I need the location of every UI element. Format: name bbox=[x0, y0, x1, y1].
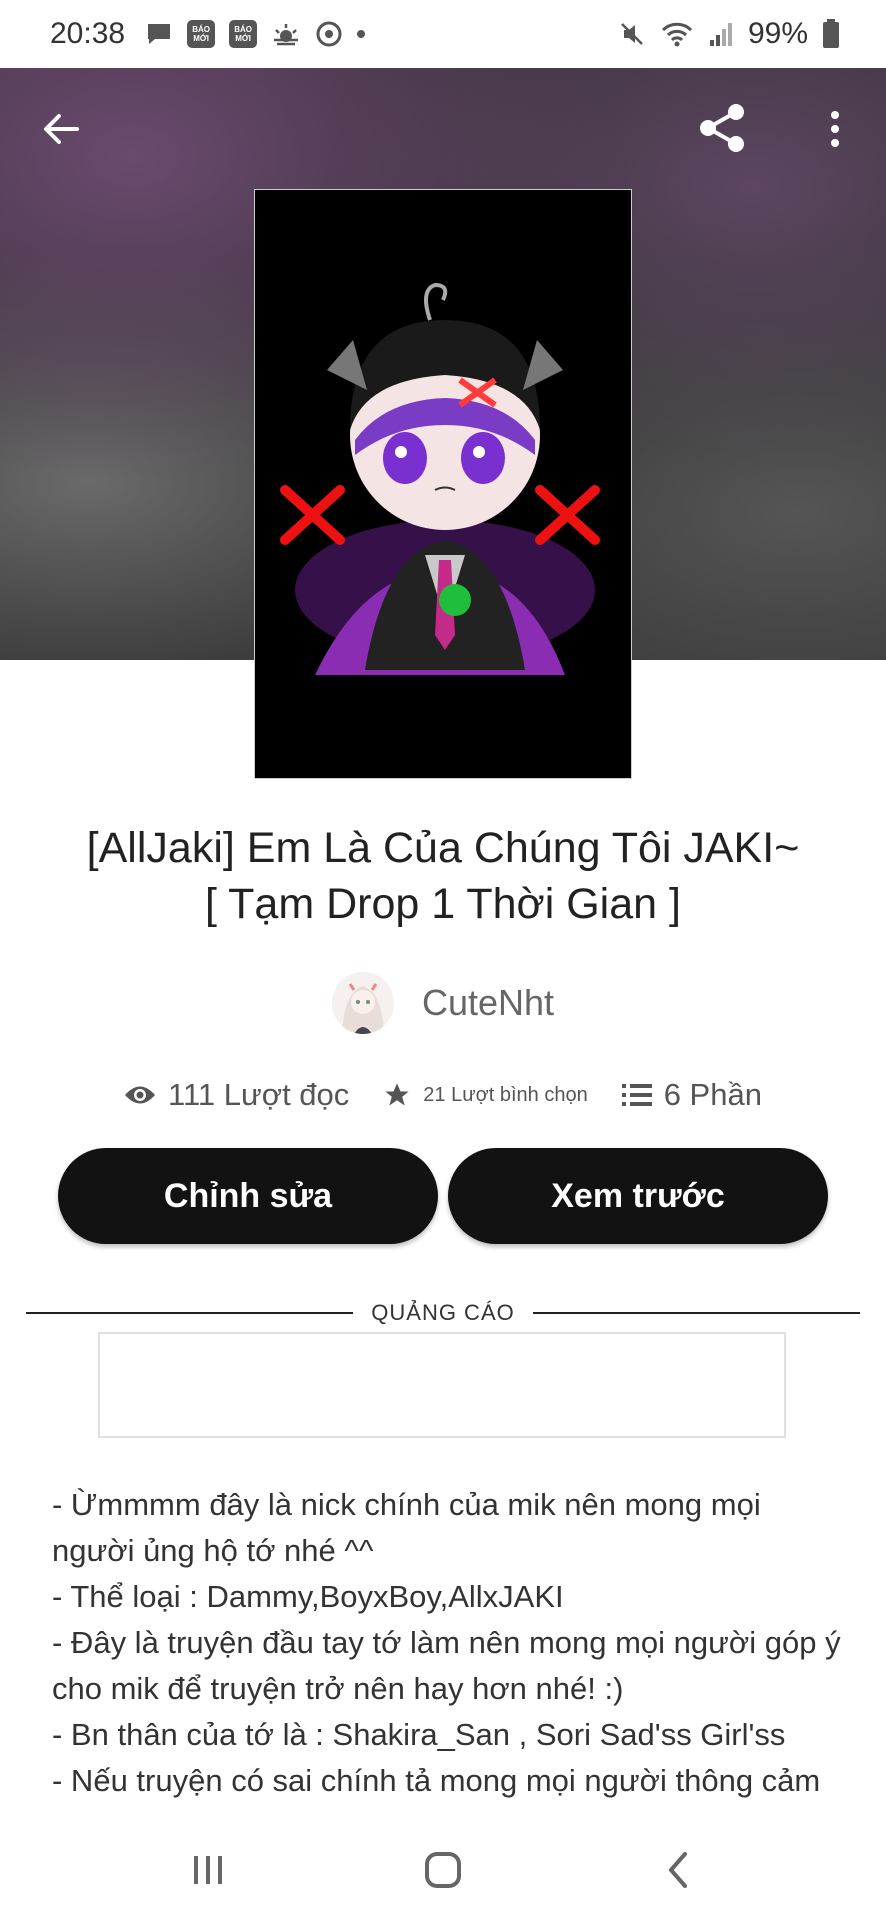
status-right: 99% bbox=[618, 17, 840, 51]
bao-moi-icon: BÁO MỚI bbox=[229, 20, 258, 48]
story-title-line-2: [ Tạm Drop 1 Thời Gian ] bbox=[205, 880, 681, 928]
description-line: - Nếu truyện có sai chính tả mong mọi ng… bbox=[52, 1763, 821, 1798]
app-icon bbox=[315, 20, 343, 48]
ad-divider: QUẢNG CÁO bbox=[26, 1298, 860, 1328]
story-description: - Ừmmmm đây là nick chính của mik nên mo… bbox=[52, 1482, 842, 1812]
battery-icon bbox=[822, 19, 840, 49]
recents-button[interactable] bbox=[168, 1840, 248, 1900]
more-options-button[interactable] bbox=[812, 104, 858, 154]
share-icon bbox=[700, 104, 744, 152]
system-nav-bar bbox=[0, 1820, 886, 1920]
description-line: - Ừmmmm đây là nick chính của mik nên mo… bbox=[52, 1487, 761, 1568]
description-line: - Thể loại : Dammy,BoyxBoy,AllxJAKI bbox=[52, 1579, 564, 1614]
back-button[interactable] bbox=[36, 104, 86, 154]
list-icon bbox=[621, 1084, 652, 1106]
status-left: 20:38 BÁO MỚI BÁO MỚI bbox=[50, 17, 366, 51]
votes-stat: 21 Lượt bình chọn bbox=[383, 1081, 588, 1109]
parts-stat: 6 Phần bbox=[621, 1077, 762, 1113]
dot-icon bbox=[357, 30, 366, 38]
story-cover-image bbox=[254, 189, 632, 779]
recents-icon bbox=[193, 1856, 222, 1884]
preview-button[interactable]: Xem trước bbox=[448, 1148, 828, 1244]
wifi-icon bbox=[660, 20, 694, 48]
avatar[interactable] bbox=[331, 972, 394, 1034]
parts-count: 6 Phần bbox=[663, 1077, 762, 1112]
bao-moi-text: BÁO MỚI bbox=[192, 25, 210, 43]
arrow-left-icon bbox=[44, 114, 79, 144]
weather-icon bbox=[271, 20, 301, 48]
description-line: - Bn thân của tớ là : Shakira_San , Sori… bbox=[52, 1717, 786, 1752]
ad-label: QUẢNG CÁO bbox=[371, 1300, 515, 1325]
description-line: - Đây là truyện đầu tay tớ làm nên mong … bbox=[52, 1625, 841, 1706]
divider-line bbox=[26, 1312, 354, 1314]
status-bar: 20:38 BÁO MỚI BÁO MỚI 99% bbox=[0, 0, 886, 68]
bao-moi-icon: BÁO MỚI bbox=[187, 20, 216, 48]
home-icon bbox=[424, 1852, 461, 1888]
star-icon bbox=[385, 1083, 409, 1106]
home-button[interactable] bbox=[403, 1840, 483, 1900]
nav-back-icon bbox=[669, 1852, 688, 1888]
battery-percent: 99% bbox=[747, 17, 808, 50]
reads-count: 111 Lượt đọc bbox=[168, 1077, 350, 1112]
message-icon bbox=[145, 20, 173, 48]
nav-back-button[interactable] bbox=[638, 1840, 718, 1900]
divider-line bbox=[532, 1312, 860, 1314]
story-stats: 111 Lượt đọc 21 Lượt bình chọn 6 Phần bbox=[0, 1070, 886, 1120]
story-title: [AllJaki] Em Là Của Chúng Tôi JAKI~ [ Tạ… bbox=[40, 820, 846, 932]
status-time: 20:38 bbox=[50, 17, 126, 50]
ad-slot[interactable] bbox=[98, 1332, 786, 1438]
signal-icon bbox=[708, 20, 734, 48]
edit-button[interactable]: Chỉnh sửa bbox=[58, 1148, 438, 1244]
eye-icon bbox=[125, 1086, 156, 1104]
share-button[interactable] bbox=[692, 98, 752, 158]
cover-illustration bbox=[255, 190, 631, 778]
author-row[interactable]: CuteNht bbox=[0, 968, 886, 1038]
mute-icon bbox=[618, 20, 646, 48]
author-name[interactable]: CuteNht bbox=[422, 982, 554, 1024]
story-title-line-1: [AllJaki] Em Là Của Chúng Tôi JAKI~ bbox=[86, 824, 800, 872]
bao-moi-text: BÁO MỚI bbox=[234, 25, 252, 43]
reads-stat: 111 Lượt đọc bbox=[124, 1077, 349, 1113]
more-vertical-icon bbox=[831, 111, 839, 147]
votes-count: 21 Lượt bình chọn bbox=[423, 1083, 588, 1106]
